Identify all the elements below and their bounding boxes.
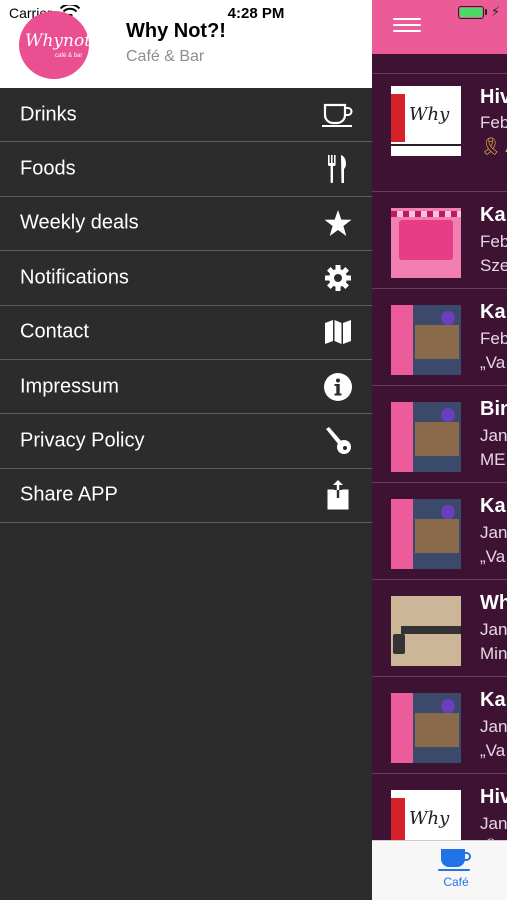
feed-item-title: Kar — [480, 301, 507, 323]
drawer-menu: Drinks Foods Weekly deals Notifications — [0, 88, 372, 524]
feed-item[interactable]: Why Hiv Feb 🎗 A — [372, 73, 507, 192]
feed-item-title: Hiv — [480, 86, 507, 108]
menu-item-contact[interactable]: Contact — [0, 306, 372, 360]
menu-item-impressum[interactable]: Impressum — [0, 360, 372, 415]
feed-item-description: Min — [480, 644, 507, 663]
feed-item-title: Bin — [480, 398, 507, 420]
feed-item-title: Hiv — [480, 786, 507, 808]
map-icon — [322, 317, 354, 347]
tab-cafe-label: Café — [443, 875, 469, 889]
feed-item-description: „Va — [480, 353, 506, 372]
feed-item[interactable]: Kar Jan „Va — [372, 483, 507, 580]
coffee-cup-icon — [322, 100, 354, 130]
gear-icon — [322, 263, 354, 293]
menu-item-label: Privacy Policy — [20, 429, 145, 452]
feed-item-date: Jan — [480, 620, 507, 639]
menu-item-label: Notifications — [20, 266, 129, 289]
feed-item[interactable]: Wh Jan Min — [372, 580, 507, 677]
drawer-header: Carrier 4:28 PM Whynot café & bar Why No… — [0, 0, 372, 88]
info-icon — [322, 372, 354, 402]
feed-item[interactable]: Bin Jan MEI — [372, 386, 507, 483]
feed-item-title: Wh — [480, 592, 507, 614]
feed-item-date: Jan — [480, 814, 507, 833]
event-thumbnail — [391, 499, 461, 569]
feed-item[interactable]: Kar Jan „Va — [372, 677, 507, 774]
event-thumbnail — [391, 305, 461, 375]
app-title: Why Not?! — [126, 20, 226, 42]
menu-item-label: Foods — [20, 157, 76, 180]
feed-item-description: 🎗 A — [480, 137, 507, 156]
fork-knife-icon — [322, 154, 354, 184]
side-drawer: Carrier 4:28 PM Whynot café & bar Why No… — [0, 0, 372, 900]
tab-cafe[interactable]: Café — [432, 849, 480, 899]
feed-item-description: MEI — [480, 450, 507, 469]
menu-item-label: Share APP — [20, 483, 118, 506]
app-subtitle: Café & Bar — [126, 48, 205, 65]
feed-item-date: Jan — [480, 426, 507, 445]
menu-item-label: Weekly deals — [20, 211, 139, 234]
feed-item-title: Kar — [480, 495, 507, 517]
event-thumbnail — [391, 402, 461, 472]
feed-item-date: Feb — [480, 113, 507, 132]
feed-item-title: Kar — [480, 204, 507, 226]
menu-item-privacy-policy[interactable]: Privacy Policy — [0, 414, 372, 469]
menu-item-label: Contact — [20, 320, 89, 343]
feed-item-description: Sze — [480, 256, 507, 275]
menu-item-label: Impressum — [20, 375, 119, 398]
feed-item[interactable]: Kar Feb Sze — [372, 192, 507, 289]
menu-item-drinks[interactable]: Drinks — [0, 88, 372, 143]
menu-item-notifications[interactable]: Notifications — [0, 251, 372, 306]
share-icon — [322, 480, 354, 510]
menu-item-foods[interactable]: Foods — [0, 142, 372, 197]
feed-item-date: Feb — [480, 232, 507, 251]
tab-bar: Café — [372, 840, 507, 900]
feed-item[interactable]: WhyHivJan🎗 A — [372, 774, 507, 840]
menu-item-share-app[interactable]: Share APP — [0, 469, 372, 524]
feed-item-description: „Va — [480, 741, 506, 760]
event-thumbnail: Why — [391, 790, 461, 840]
menu-item-label: Drinks — [20, 103, 77, 126]
menu-item-weekly-deals[interactable]: Weekly deals — [0, 197, 372, 252]
event-thumbnail — [391, 596, 461, 666]
feed-item-description: „Va — [480, 547, 506, 566]
event-thumbnail — [391, 693, 461, 763]
star-icon — [322, 208, 354, 238]
coffee-cup-icon — [438, 849, 471, 871]
key-icon — [322, 426, 354, 456]
feed-item-date: Feb — [480, 329, 507, 348]
event-feed-list[interactable]: Why Hiv Feb 🎗 A Kar Feb Sze Kar Feb „Va Bin Jan MEI K… — [372, 54, 507, 840]
feed-item-title: Kar — [480, 689, 507, 711]
feed-item-date: Jan — [480, 523, 507, 542]
brand-logo: Whynot café & bar — [19, 11, 89, 79]
event-thumbnail — [391, 208, 461, 278]
feed-item[interactable]: Kar Feb „Va — [372, 289, 507, 386]
feed-item-date: Jan — [480, 717, 507, 736]
event-thumbnail: Why — [391, 86, 461, 156]
